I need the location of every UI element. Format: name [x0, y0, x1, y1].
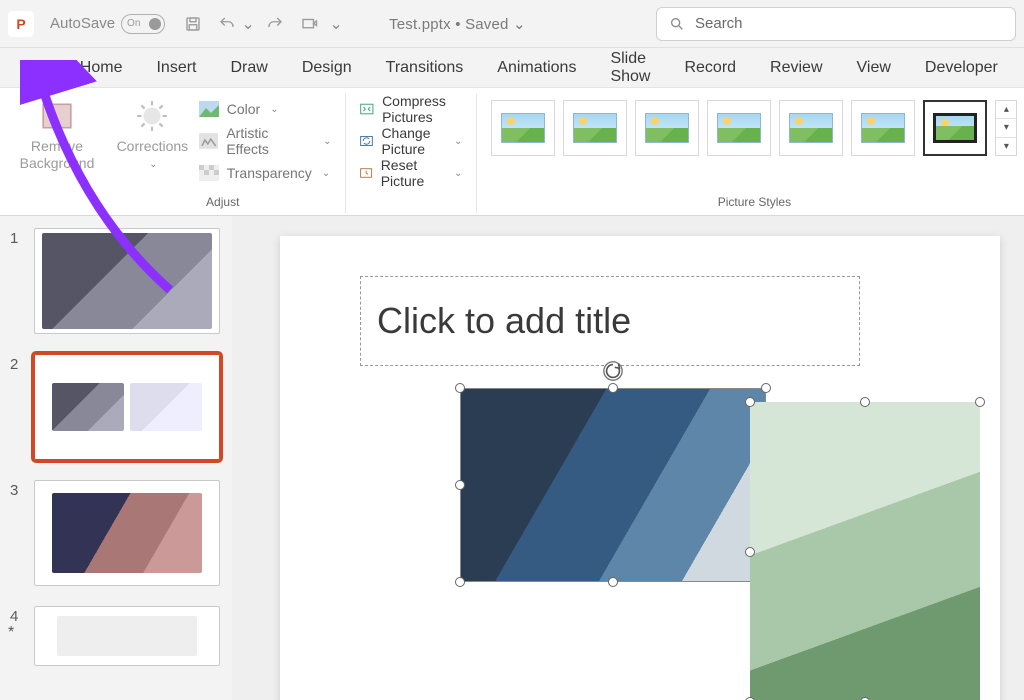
title-bar: P AutoSave On ⌄ ⌄ Test.pptx • Saved ⌄ Se… [0, 0, 1024, 48]
style-thumb-1[interactable] [491, 100, 555, 156]
tab-design[interactable]: Design [300, 53, 354, 83]
tab-home[interactable]: Home [78, 53, 125, 83]
autosave-toggle[interactable]: AutoSave On [50, 14, 165, 34]
selected-picture-1[interactable] [460, 388, 766, 582]
resize-handle[interactable] [608, 577, 618, 587]
compress-icon [360, 101, 374, 117]
save-icon[interactable] [181, 12, 205, 36]
slide-canvas[interactable]: Click to add title [232, 216, 1024, 700]
transparency-button[interactable]: Transparency⌄ [195, 160, 336, 186]
resize-handle[interactable] [608, 383, 618, 393]
ribbon-tabs: File Home Insert Draw Design Transitions… [0, 48, 1024, 88]
slide-thumbnails-panel[interactable]: 1 2 3 4 * [0, 216, 232, 700]
tab-review[interactable]: Review [768, 53, 824, 83]
resize-handle[interactable] [455, 480, 465, 490]
group-picture-styles: ▴▾▾ Picture Styles [477, 94, 1024, 213]
reset-picture-icon [360, 165, 372, 181]
artistic-effects-button[interactable]: Artistic Effects⌄ [195, 128, 336, 154]
tab-record[interactable]: Record [682, 53, 738, 83]
title-placeholder-text: Click to add title [377, 300, 631, 342]
slide-thumb-2[interactable] [34, 354, 220, 460]
animation-indicator-icon: * [8, 624, 14, 642]
group-picture-tools: Compress Pictures Change Picture⌄ Reset … [346, 94, 477, 213]
slide[interactable]: Click to add title [280, 236, 1000, 700]
thumb-row-2[interactable]: 2 [10, 354, 222, 460]
thumb-row-4[interactable]: 4 * [10, 606, 222, 666]
group-adjust: Corrections ⌄ Color⌄ Artistic Effects⌄ T… [100, 94, 346, 213]
slide-thumb-3[interactable] [34, 480, 220, 586]
resize-handle[interactable] [455, 577, 465, 587]
undo-icon[interactable] [215, 12, 239, 36]
resize-handle[interactable] [975, 397, 985, 407]
style-thumb-4[interactable] [707, 100, 771, 156]
toggle-switch[interactable]: On [121, 14, 165, 34]
style-thumb-7[interactable] [923, 100, 987, 156]
corrections-icon [134, 98, 170, 134]
picture-styles-gallery[interactable]: ▴▾▾ [487, 94, 1021, 156]
search-icon [669, 16, 685, 32]
compress-pictures-button[interactable]: Compress Pictures [356, 96, 466, 122]
transparency-icon [199, 165, 219, 181]
thumb-row-1[interactable]: 1 [10, 228, 222, 334]
tab-view[interactable]: View [855, 53, 893, 83]
undo-dropdown-icon[interactable]: ⌄ [243, 12, 253, 36]
tab-animations[interactable]: Animations [495, 53, 578, 83]
color-button[interactable]: Color⌄ [195, 96, 336, 122]
resize-handle[interactable] [860, 397, 870, 407]
redo-icon[interactable] [263, 12, 287, 36]
thumb-row-3[interactable]: 3 [10, 480, 222, 586]
style-thumb-3[interactable] [635, 100, 699, 156]
picture-styles-label: Picture Styles [718, 195, 791, 213]
ribbon: Remove Background Corrections ⌄ Color⌄ A… [0, 88, 1024, 216]
resize-handle[interactable] [745, 397, 755, 407]
remove-background-icon [39, 98, 75, 134]
style-thumb-6[interactable] [851, 100, 915, 156]
title-placeholder[interactable]: Click to add title [360, 276, 860, 366]
tab-file[interactable]: File [18, 53, 48, 83]
quick-access-toolbar: ⌄ ⌄ [181, 12, 341, 36]
slide-thumb-4[interactable] [34, 606, 220, 666]
style-thumb-2[interactable] [563, 100, 627, 156]
slide-thumb-1[interactable] [34, 228, 220, 334]
tab-insert[interactable]: Insert [154, 53, 198, 83]
search-placeholder: Search [695, 15, 743, 32]
tab-developer[interactable]: Developer [923, 53, 1000, 83]
tab-transitions[interactable]: Transitions [384, 53, 466, 83]
remove-background-button[interactable]: Remove Background [14, 94, 100, 190]
styles-more-button[interactable]: ▴▾▾ [995, 100, 1017, 156]
change-picture-icon [360, 133, 373, 149]
selected-picture-2[interactable] [750, 402, 980, 700]
rotate-handle-icon[interactable] [602, 360, 624, 382]
corrections-button[interactable]: Corrections ⌄ [110, 94, 195, 190]
qat-more-icon[interactable]: ⌄ [331, 12, 341, 36]
tab-slide-show[interactable]: Slide Show [608, 44, 652, 92]
workspace: 1 2 3 4 * Click to add title [0, 216, 1024, 700]
resize-handle[interactable] [745, 547, 755, 557]
group-background: Remove Background [4, 94, 100, 213]
reset-picture-button[interactable]: Reset Picture⌄ [356, 160, 466, 186]
change-picture-button[interactable]: Change Picture⌄ [356, 128, 466, 154]
tab-draw[interactable]: Draw [228, 53, 269, 83]
document-title[interactable]: Test.pptx • Saved ⌄ [389, 15, 526, 33]
adjust-group-label: Adjust [206, 195, 239, 213]
style-thumb-5[interactable] [779, 100, 843, 156]
resize-handle[interactable] [455, 383, 465, 393]
artistic-icon [199, 133, 219, 149]
color-icon [199, 101, 219, 117]
resize-handle[interactable] [761, 383, 771, 393]
search-box[interactable]: Search [656, 7, 1016, 41]
start-from-beginning-icon[interactable] [297, 12, 321, 36]
autosave-label: AutoSave [50, 15, 115, 32]
app-icon: P [8, 11, 34, 37]
